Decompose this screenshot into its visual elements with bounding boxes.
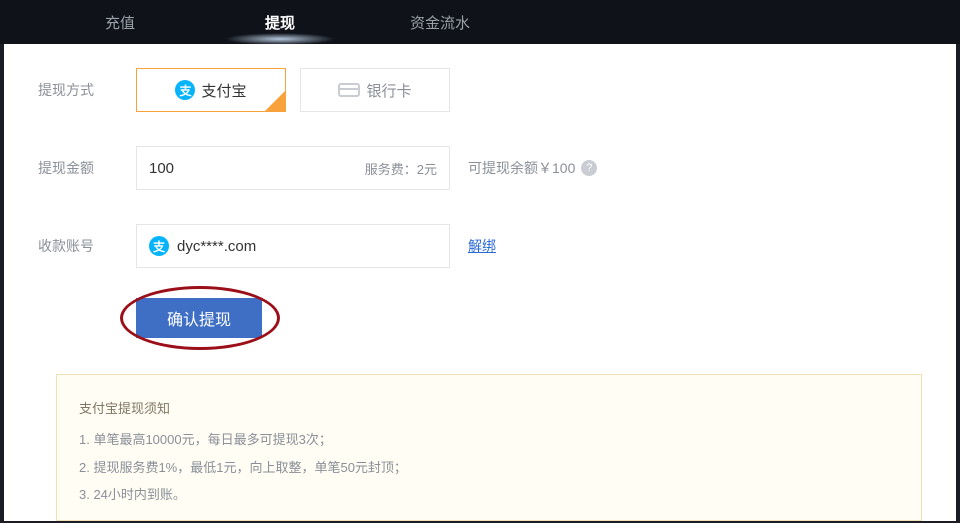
tab-recharge[interactable]: 充值 — [40, 0, 200, 44]
balance-text: 可提现余额￥100 ? — [468, 158, 597, 178]
method-bankcard[interactable]: 银行卡 — [300, 68, 450, 112]
account-value: dyc****.com — [177, 238, 256, 255]
label-method: 提现方式 — [38, 80, 136, 100]
unbind-link[interactable]: 解绑 — [468, 236, 496, 256]
row-method: 提现方式 支 支付宝 银行卡 — [4, 68, 956, 112]
alipay-icon: 支 — [149, 236, 169, 256]
notice-box: 支付宝提现须知 1. 单笔最高10000元，每日最多可提现3次； 2. 提现服务… — [56, 374, 922, 521]
row-submit: 确认提现 — [4, 298, 956, 338]
fee-text: 服务费：2元 — [365, 159, 437, 178]
tab-withdraw-label: 提现 — [265, 12, 295, 33]
method-bankcard-label: 银行卡 — [366, 80, 411, 101]
notice-line-3: 3. 24小时内到账。 — [79, 481, 899, 508]
alipay-icon: 支 — [175, 80, 195, 100]
method-alipay[interactable]: 支 支付宝 — [136, 68, 286, 112]
tab-recharge-label: 充值 — [105, 12, 135, 33]
tab-withdraw[interactable]: 提现 — [200, 0, 360, 44]
notice-title: 支付宝提现须知 — [79, 395, 899, 422]
amount-input[interactable] — [149, 160, 365, 177]
notice-line-1: 1. 单笔最高10000元，每日最多可提现3次； — [79, 426, 899, 453]
amount-box: 服务费：2元 — [136, 146, 450, 190]
row-account: 收款账号 支 dyc****.com 解绑 — [4, 224, 956, 268]
help-icon[interactable]: ? — [581, 160, 597, 176]
row-amount: 提现金额 服务费：2元 可提现余额￥100 ? — [4, 146, 956, 190]
confirm-withdraw-button[interactable]: 确认提现 — [136, 298, 262, 338]
label-amount: 提现金额 — [38, 158, 136, 178]
tab-flow-label: 资金流水 — [410, 12, 470, 33]
method-alipay-label: 支付宝 — [201, 80, 246, 101]
top-tab-bar: 充值 提现 资金流水 — [0, 0, 960, 44]
notice-line-2: 2. 提现服务费1%，最低1元，向上取整，单笔50元封顶； — [79, 454, 899, 481]
tab-flow[interactable]: 资金流水 — [360, 0, 520, 44]
bankcard-icon — [338, 83, 360, 97]
account-box: 支 dyc****.com — [136, 224, 450, 268]
label-account: 收款账号 — [38, 236, 136, 256]
withdraw-form: 提现方式 支 支付宝 银行卡 提现金额 服务费：2元 可提现余额￥100 ? — [4, 44, 956, 521]
